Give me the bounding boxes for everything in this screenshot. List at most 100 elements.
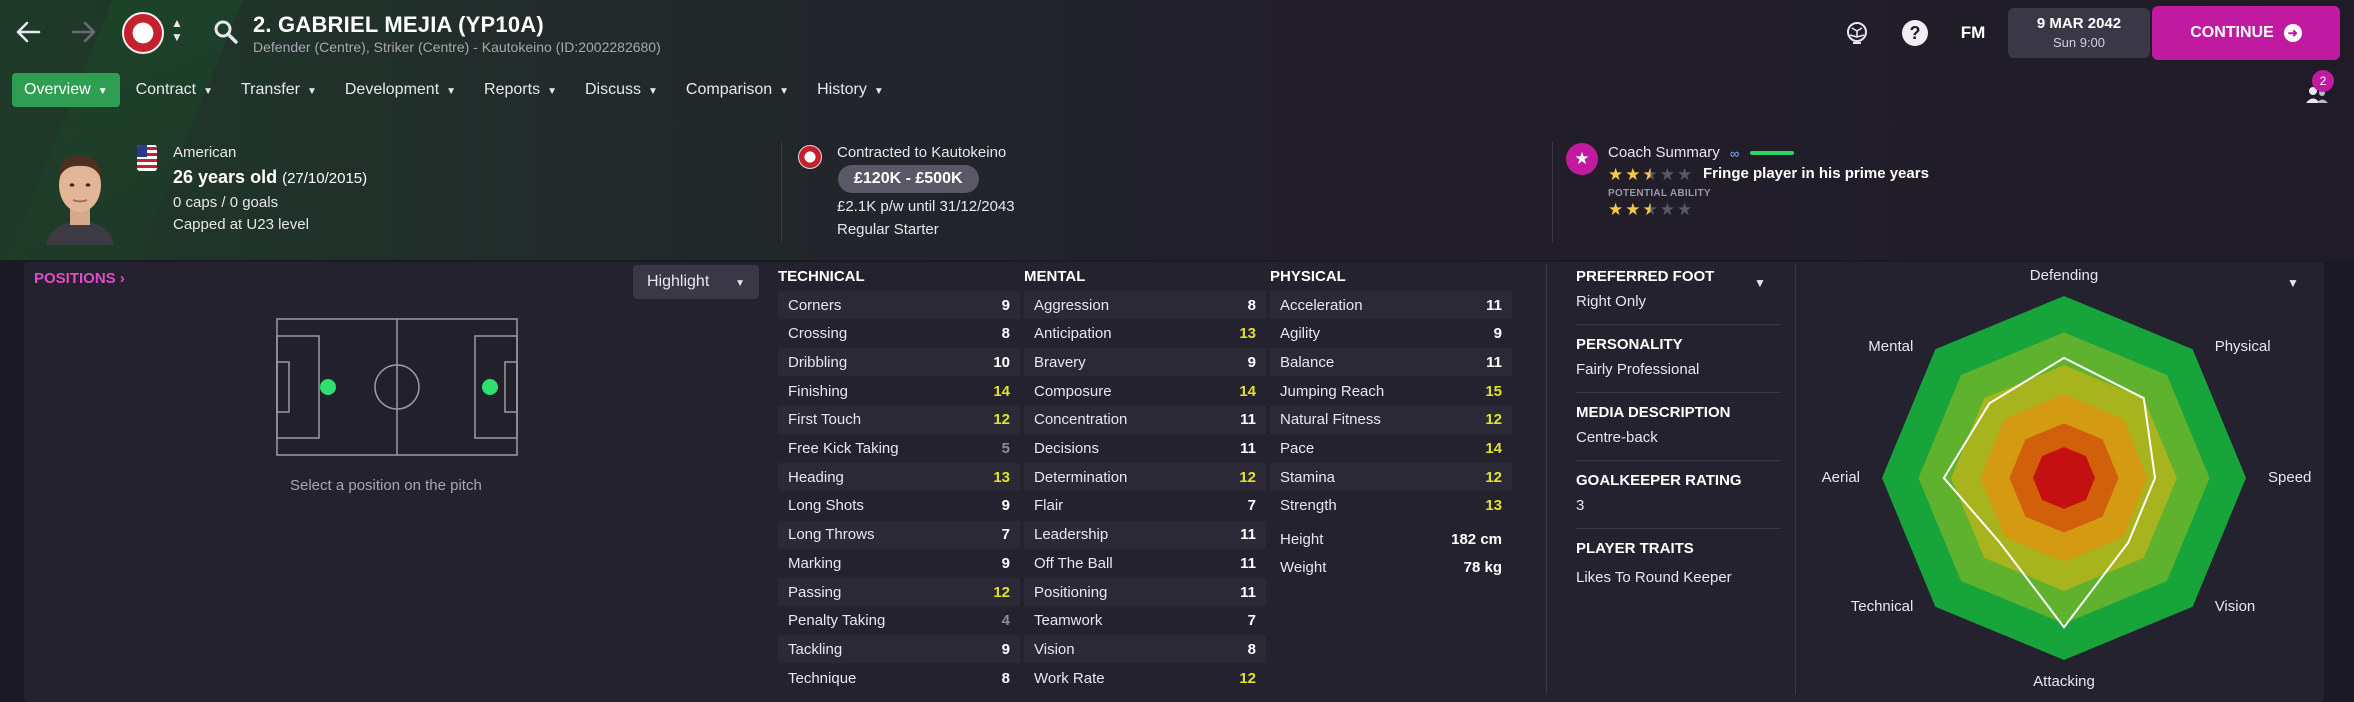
fm-logo[interactable]: FM	[1958, 18, 1988, 48]
chevron-down-icon: ▼	[203, 85, 213, 97]
attribute-row[interactable]: Off The Ball 11	[1024, 549, 1266, 577]
attribute-row[interactable]: Jumping Reach 15	[1270, 377, 1512, 405]
attribute-row[interactable]: Heading 13	[778, 463, 1020, 492]
attribute-row[interactable]: Dribbling 10	[778, 348, 1020, 377]
attribute-row[interactable]: Concentration 11	[1024, 405, 1266, 434]
attribute-name: Finishing	[788, 382, 849, 400]
divider	[1795, 264, 1796, 694]
player-switch-icon[interactable]: ▲ ▼	[170, 16, 184, 44]
star-empty-icon: ★	[1659, 165, 1675, 184]
attribute-value: 12	[1239, 468, 1256, 486]
club-crest-small-icon[interactable]	[798, 145, 822, 169]
tab-reports[interactable]: Reports ▼	[472, 73, 569, 107]
capped-level: Capped at U23 level	[173, 216, 309, 233]
tab-development[interactable]: Development ▼	[333, 73, 468, 107]
attribute-row[interactable]: Long Throws 7	[778, 520, 1020, 549]
divider	[1576, 324, 1780, 325]
attribute-name: Technique	[788, 669, 857, 687]
attribute-value: 11	[1240, 526, 1256, 544]
attribute-row[interactable]: Balance 11	[1270, 348, 1512, 377]
attribute-row[interactable]: Composure 14	[1024, 377, 1266, 405]
attribute-row[interactable]: Penalty Taking 4	[778, 607, 1020, 635]
position-pitch[interactable]	[276, 318, 518, 456]
attribute-name: Jumping Reach	[1280, 382, 1385, 400]
attribute-row[interactable]: Passing 12	[778, 578, 1020, 606]
contract-club[interactable]: Contracted to Kautokeino	[837, 144, 1006, 161]
chevron-down-icon: ▼	[446, 85, 457, 97]
star-full-icon: ★	[1625, 200, 1641, 219]
attribute-row[interactable]: Anticipation 13	[1024, 320, 1266, 348]
attribute-name: Flair	[1034, 497, 1064, 515]
date-display[interactable]: 9 MAR 2042 Sun 9:00	[2008, 8, 2150, 58]
height-row: Height 182 cm	[1270, 525, 1512, 553]
transfer-value-badge[interactable]: £120K - £500K	[838, 165, 979, 193]
attribute-row[interactable]: Crossing 8	[778, 320, 1020, 348]
radar-label-speed: Speed	[2268, 469, 2312, 486]
attribute-row[interactable]: Finishing 14	[778, 377, 1020, 405]
tab-transfer[interactable]: Transfer ▼	[229, 73, 329, 107]
attribute-row[interactable]: Free Kick Taking 5	[778, 435, 1020, 463]
forward-arrow-icon[interactable]	[66, 14, 102, 50]
attribute-row[interactable]: Tackling 9	[778, 635, 1020, 664]
attribute-row[interactable]: Technique 8	[778, 664, 1020, 692]
attribute-row[interactable]: Natural Fitness 12	[1270, 405, 1512, 434]
attribute-name: Corners	[788, 296, 842, 314]
attribute-value: 9	[1493, 325, 1502, 343]
positions-label: POSITIONS	[34, 270, 116, 287]
page-title: 2. GABRIEL MEJIA (YP10A)	[253, 12, 544, 37]
attribute-row[interactable]: Determination 12	[1024, 463, 1266, 492]
goalkeeper-rating-label: GOALKEEPER RATING	[1576, 472, 1742, 489]
attribute-value: 10	[993, 353, 1010, 371]
chevron-down-icon[interactable]: ▼	[2287, 276, 2299, 290]
physical-heading: PHYSICAL	[1270, 268, 1346, 285]
attribute-name: Long Shots	[788, 497, 864, 515]
binoculars-icon: ∞	[1730, 146, 1740, 161]
attribute-value: 11	[1240, 411, 1256, 429]
attribute-row[interactable]: Stamina 12	[1270, 463, 1512, 492]
continue-button[interactable]: CONTINUE ➜	[2152, 6, 2340, 60]
attribute-row[interactable]: Decisions 11	[1024, 435, 1266, 463]
chevron-down-icon[interactable]: ▼	[1754, 276, 1766, 290]
attribute-row[interactable]: First Touch 12	[778, 405, 1020, 434]
tab-history[interactable]: History ▼	[805, 73, 896, 107]
attribute-row[interactable]: Pace 14	[1270, 435, 1512, 463]
search-icon[interactable]	[212, 18, 240, 46]
mental-heading: MENTAL	[1024, 268, 1086, 285]
attribute-name: Off The Ball	[1034, 554, 1113, 572]
attribute-row[interactable]: Bravery 9	[1024, 348, 1266, 377]
tab-bar: Overview ▼ Contract ▼ Transfer ▼ Developmen…	[12, 73, 896, 107]
tab-contract[interactable]: Contract ▼	[124, 73, 225, 107]
attribute-row[interactable]: Leadership 11	[1024, 520, 1266, 549]
radar-label-vision: Vision	[2214, 597, 2256, 615]
attribute-name: Stamina	[1280, 468, 1336, 486]
tab-comparison[interactable]: Comparison ▼	[674, 73, 801, 107]
back-arrow-icon[interactable]	[10, 14, 46, 50]
attribute-row[interactable]: Strength 13	[1270, 492, 1512, 520]
divider	[781, 142, 782, 242]
tab-overview[interactable]: Overview ▼	[12, 73, 120, 107]
coach-summary-title[interactable]: Coach Summary	[1608, 144, 1720, 161]
attribute-row[interactable]: Corners 9	[778, 291, 1020, 319]
attribute-row[interactable]: Acceleration 11	[1270, 291, 1512, 319]
attribute-row[interactable]: Marking 9	[778, 549, 1020, 577]
tab-discuss[interactable]: Discuss ▼	[573, 73, 670, 107]
attribute-row[interactable]: Agility 9	[1270, 320, 1512, 348]
globe-ball-icon[interactable]	[1842, 18, 1872, 48]
radar-label-aerial: Aerial	[1821, 469, 1860, 486]
attribute-row[interactable]: Positioning 11	[1024, 578, 1266, 606]
highlight-dropdown[interactable]: Highlight ▼	[633, 265, 759, 299]
positions-link[interactable]: POSITIONS ›	[34, 270, 125, 287]
attribute-row[interactable]: Flair 7	[1024, 492, 1266, 520]
wage-info: £2.1K p/w until 31/12/2043	[837, 198, 1015, 215]
attribute-row[interactable]: Long Shots 9	[778, 492, 1020, 520]
club-crest-icon[interactable]	[122, 12, 164, 54]
attribute-row[interactable]: Teamwork 7	[1024, 607, 1266, 635]
attribute-value: 13	[993, 468, 1010, 486]
attribute-row[interactable]: Work Rate 12	[1024, 664, 1266, 692]
attribute-value: 15	[1485, 382, 1502, 400]
help-icon[interactable]: ?	[1900, 18, 1930, 48]
top-bar: ▲ ▼ 2. GABRIEL MEJIA (YP10A) Defender (Ce…	[0, 0, 2354, 66]
attribute-row[interactable]: Vision 8	[1024, 635, 1266, 664]
attribute-name: Heading	[788, 468, 844, 486]
attribute-row[interactable]: Aggression 8	[1024, 291, 1266, 319]
